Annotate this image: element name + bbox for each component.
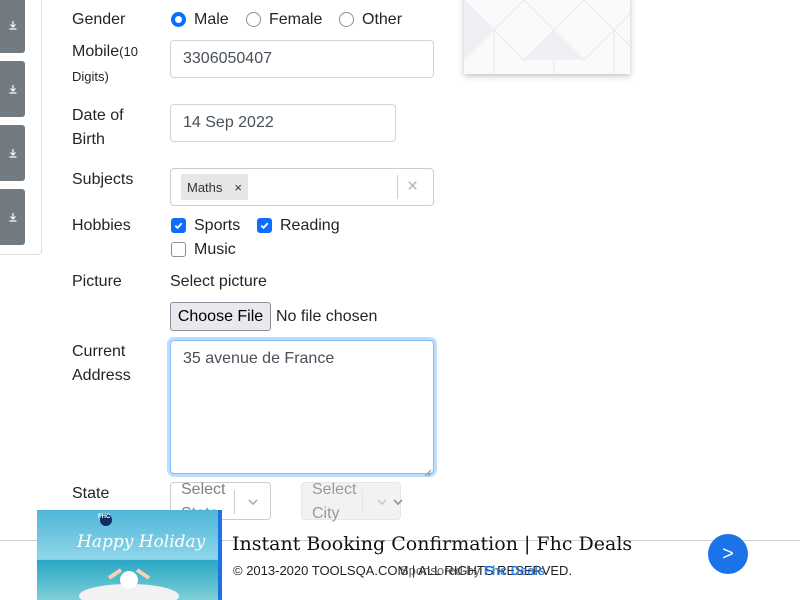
- hobby-sports-label[interactable]: Sports: [194, 214, 240, 238]
- hobby-reading-label[interactable]: Reading: [280, 214, 340, 238]
- state-placeholder-line1: Select: [181, 481, 226, 498]
- ad-image[interactable]: FHC Happy Holiday: [37, 510, 222, 600]
- gender-female-label[interactable]: Female: [269, 8, 322, 32]
- chevron-down-icon: [377, 499, 387, 506]
- gender-female-radio[interactable]: [246, 12, 261, 27]
- sponsored-prefix: Sponsored by: [400, 563, 481, 578]
- resize-handle-icon[interactable]: [424, 464, 432, 477]
- download-icon: [9, 21, 16, 30]
- select-divider: [397, 175, 398, 199]
- choose-file-button[interactable]: Choose File: [170, 302, 271, 331]
- hobby-music-label[interactable]: Music: [194, 238, 236, 262]
- gender-male-radio[interactable]: [171, 12, 186, 27]
- tag-remove-icon[interactable]: ×: [228, 180, 248, 195]
- ad-image-text: Happy Holiday: [77, 532, 206, 552]
- state-label: State: [72, 485, 110, 502]
- chevron-down-icon: [248, 499, 258, 506]
- gender-male-label[interactable]: Male: [194, 8, 229, 32]
- city-placeholder-line2: City: [312, 505, 340, 522]
- clear-icon[interactable]: ×: [407, 175, 418, 199]
- subjects-input[interactable]: Maths × ×: [170, 168, 434, 206]
- city-placeholder-line1: Select: [312, 481, 357, 498]
- ad-title[interactable]: Instant Booking Confirmation | Fhc Deals: [232, 533, 632, 555]
- gender-other-radio[interactable]: [339, 12, 354, 27]
- hobby-reading-checkbox[interactable]: [257, 218, 272, 233]
- hobby-music-checkbox[interactable]: [171, 242, 186, 257]
- download-icon: [9, 149, 16, 158]
- mobile-hint-2: Digits): [72, 69, 109, 84]
- city-select[interactable]: Select City: [301, 481, 403, 522]
- address-label-line2: Address: [72, 367, 131, 384]
- dob-label-line2: Birth: [72, 131, 105, 148]
- picture-prompt: Select picture: [170, 273, 267, 290]
- gender-other-label[interactable]: Other: [362, 8, 402, 32]
- dob-input[interactable]: 14 Sep 2022: [170, 104, 396, 142]
- download-icon: [9, 85, 16, 94]
- subject-tag: Maths ×: [181, 174, 248, 200]
- download-button[interactable]: [0, 61, 25, 117]
- address-label-line1: Current: [72, 343, 126, 360]
- checkmark-icon: [260, 222, 269, 230]
- gender-label: Gender: [72, 11, 126, 28]
- file-status: No file chosen: [276, 308, 378, 325]
- download-icon: [9, 213, 16, 222]
- mobile-input[interactable]: 3306050407: [170, 40, 434, 78]
- ad-next-button[interactable]: >: [708, 534, 748, 574]
- picture-label: Picture: [72, 273, 122, 290]
- mobile-label: Mobile(10: [72, 40, 138, 64]
- mobile-hint-1: (10: [119, 44, 138, 59]
- pattern-image: [464, 0, 630, 74]
- dob-label-line1: Date of: [72, 107, 124, 124]
- checkmark-icon: [174, 222, 183, 230]
- hobbies-label: Hobbies: [72, 217, 131, 234]
- subjects-label: Subjects: [72, 171, 134, 188]
- sponsored-line[interactable]: Sponsored by Fhc Deals: [400, 563, 545, 578]
- ad-brand: FHC: [98, 514, 111, 520]
- address-textarea[interactable]: 35 avenue de France: [170, 340, 434, 474]
- select-divider: [234, 490, 235, 514]
- mobile-label-text: Mobile: [72, 43, 120, 60]
- hobby-sports-checkbox[interactable]: [171, 218, 186, 233]
- select-divider: [362, 490, 363, 514]
- subject-tag-label: Maths: [187, 179, 223, 195]
- download-button[interactable]: [0, 189, 25, 245]
- sponsor-name[interactable]: Fhc Deals: [484, 563, 545, 578]
- download-button[interactable]: [0, 0, 25, 53]
- chevron-down-icon: [393, 499, 403, 506]
- download-button[interactable]: [0, 125, 25, 181]
